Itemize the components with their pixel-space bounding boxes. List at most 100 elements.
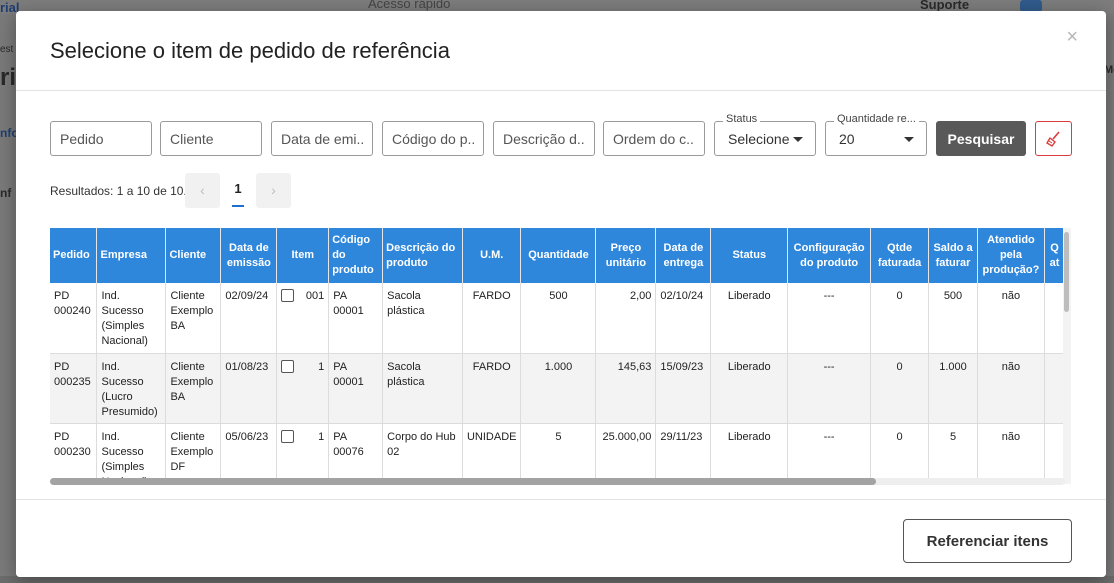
- current-page-button[interactable]: 1: [232, 181, 244, 196]
- chevron-down-icon: [904, 137, 914, 142]
- cell-pedido: PD 000240: [50, 283, 98, 354]
- cell-codigo: PA 00001: [328, 353, 384, 424]
- reference-item-modal: Selecione o item de pedido de referência…: [16, 11, 1106, 577]
- table-header-row: Pedido Empresa Cliente Data de emissão I…: [50, 228, 1065, 283]
- background-nav-text: nf: [0, 186, 12, 200]
- cell-saldo: 5: [928, 423, 978, 484]
- cell-empresa: Ind. Sucesso (Lucro Presumido): [96, 353, 167, 424]
- cell-atendido: não: [977, 423, 1045, 484]
- pedido-input[interactable]: [51, 122, 151, 155]
- table-row[interactable]: PD 000240 Ind. Sucesso (Simples Nacional…: [50, 283, 1065, 354]
- column-header: Q at: [1044, 228, 1065, 283]
- cell-cliente: Cliente Exemplo BA: [165, 283, 222, 354]
- column-header: Item: [276, 228, 330, 283]
- status-select-value: Selecione: [728, 131, 790, 147]
- cell-quantidade: 1.000: [520, 353, 597, 424]
- descricao-input[interactable]: [494, 122, 594, 155]
- quantidade-select-label: Quantidade re...: [834, 113, 919, 125]
- cell-descricao: Sacola plástica: [382, 353, 463, 424]
- cell-extra: [1044, 423, 1065, 484]
- cell-codigo: PA 00076: [328, 423, 384, 484]
- cell-status: Liberado: [710, 423, 789, 484]
- column-header: Cliente: [165, 228, 222, 283]
- status-select-label: Status: [723, 113, 761, 125]
- cell-cliente: Cliente Exemplo BA: [165, 353, 222, 424]
- cell-pedido: PD 000235: [50, 353, 98, 424]
- current-page-indicator: [232, 205, 244, 207]
- cell-data-entrega: 15/09/23: [655, 353, 712, 424]
- column-header: Atendido pela produção?: [977, 228, 1045, 283]
- cell-um: FARDO: [462, 283, 522, 354]
- cell-descricao: Corpo do Hub 02: [382, 423, 463, 484]
- search-button[interactable]: Pesquisar: [936, 121, 1026, 156]
- column-header: Código do produto: [328, 228, 384, 283]
- reference-items-button[interactable]: Referenciar itens: [903, 519, 1072, 563]
- cell-um: UNIDADE: [462, 423, 522, 484]
- cell-extra: [1044, 283, 1065, 354]
- ordem-filter-field: [603, 121, 705, 156]
- cell-atendido: não: [977, 283, 1045, 354]
- quantidade-select[interactable]: Quantidade re... 20: [825, 113, 927, 156]
- background-quick-access: Acesso rápido: [368, 0, 451, 11]
- vertical-scrollbar[interactable]: [1063, 228, 1071, 484]
- cell-pedido: PD 000230: [50, 423, 98, 484]
- row-checkbox[interactable]: [281, 289, 295, 302]
- item-number: 1: [318, 430, 325, 443]
- column-header: Empresa: [96, 228, 167, 283]
- prev-page-button[interactable]: ‹: [185, 173, 220, 208]
- cell-item: 1: [276, 423, 330, 484]
- table-row[interactable]: PD 000235 Ind. Sucesso (Lucro Presumido)…: [50, 353, 1065, 424]
- cell-quantidade: 500: [520, 283, 597, 354]
- cell-item: 001: [276, 283, 330, 354]
- background-breadcrumb-text: est: [0, 44, 14, 55]
- column-header: Status: [710, 228, 789, 283]
- column-header: Configuração do produto: [787, 228, 872, 283]
- row-checkbox[interactable]: [281, 429, 295, 443]
- status-select[interactable]: Status Selecione: [714, 113, 816, 156]
- column-header: Saldo a faturar: [928, 228, 978, 283]
- horizontal-scrollbar[interactable]: [50, 478, 1065, 485]
- item-number: 001: [305, 290, 325, 302]
- data-emissao-filter-field: [271, 121, 373, 156]
- ordem-input[interactable]: [604, 122, 704, 155]
- descricao-filter-field: [493, 121, 595, 156]
- cell-cliente: Cliente Exemplo DF: [165, 423, 222, 484]
- data-emissao-input[interactable]: [272, 122, 372, 155]
- column-header: U.M.: [462, 228, 522, 283]
- cell-configuracao: ---: [787, 283, 872, 354]
- items-table-container[interactable]: Pedido Empresa Cliente Data de emissão I…: [50, 228, 1065, 484]
- codigo-produto-input[interactable]: [383, 122, 483, 155]
- close-icon[interactable]: ×: [1066, 27, 1078, 47]
- results-count: Resultados: 1 a 10 de 10.: [50, 184, 187, 198]
- cell-descricao: Sacola plástica: [382, 283, 463, 354]
- cell-extra: [1044, 353, 1065, 424]
- cell-item: 1: [276, 353, 330, 424]
- column-header: Qtde faturada: [870, 228, 930, 283]
- clear-filters-button[interactable]: [1035, 121, 1072, 156]
- cliente-input[interactable]: [161, 122, 261, 155]
- cell-data-emissao: 05/06/23: [220, 423, 278, 484]
- column-header: Descrição do produto: [382, 228, 463, 283]
- cell-empresa: Ind. Sucesso (Simples Nacional): [96, 423, 167, 484]
- table-row[interactable]: PD 000230 Ind. Sucesso (Simples Nacional…: [50, 423, 1065, 484]
- cell-preco: 25.000,00: [595, 423, 657, 484]
- cell-atendido: não: [977, 353, 1045, 424]
- cell-quantidade: 5: [520, 423, 597, 484]
- horizontal-scrollbar-thumb[interactable]: [50, 478, 876, 485]
- column-header: Preço unitário: [595, 228, 657, 283]
- cell-data-emissao: 02/09/24: [220, 283, 278, 354]
- modal-footer: Referenciar itens: [16, 499, 1106, 577]
- cell-configuracao: ---: [787, 353, 872, 424]
- next-page-button[interactable]: ›: [256, 173, 291, 208]
- row-checkbox[interactable]: [281, 359, 295, 373]
- background-bottom-bar: [0, 576, 1114, 583]
- items-table: Pedido Empresa Cliente Data de emissão I…: [50, 228, 1065, 484]
- cell-preco: 145,63: [595, 353, 657, 424]
- cell-data-entrega: 02/10/24: [655, 283, 712, 354]
- cell-saldo: 1.000: [928, 353, 978, 424]
- cell-um: FARDO: [462, 353, 522, 424]
- vertical-scrollbar-thumb[interactable]: [1064, 232, 1069, 312]
- cell-empresa: Ind. Sucesso (Simples Nacional): [96, 283, 167, 354]
- column-header: Data de entrega: [655, 228, 712, 283]
- cell-configuracao: ---: [787, 423, 872, 484]
